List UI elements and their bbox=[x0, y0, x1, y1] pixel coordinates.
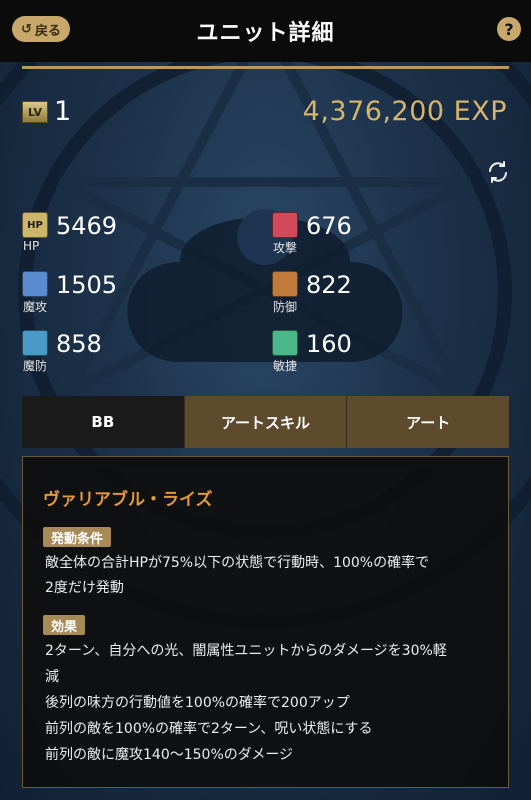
effect-line: 減 bbox=[45, 669, 59, 685]
stat-magic-defense: 858 魔防 bbox=[22, 330, 222, 388]
condition-line: 敵全体の合計HPが75%以下の状態で行動時、100%の確率で bbox=[45, 555, 430, 571]
page-title: ユニット詳細 bbox=[196, 21, 335, 46]
wing-icon bbox=[272, 330, 298, 356]
refresh-icon[interactable] bbox=[486, 160, 510, 184]
back-arrow-icon: ↺ bbox=[21, 21, 32, 37]
stat-value: 822 bbox=[306, 271, 352, 299]
effect-line: 後列の味方の行動値を100%の確率で200アップ bbox=[45, 695, 350, 711]
tab-art-skill[interactable]: アートスキル bbox=[183, 396, 347, 448]
magic-shield-icon bbox=[22, 330, 48, 356]
stat-label: 魔攻 bbox=[23, 300, 48, 314]
stat-magic-attack: 1505 魔攻 bbox=[22, 271, 222, 329]
exp-value: 4,376,200 EXP bbox=[302, 96, 507, 127]
condition-line: 2度だけ発動 bbox=[45, 580, 124, 596]
skill-name: ヴァリアブル・ライズ bbox=[43, 490, 213, 510]
back-button[interactable]: ↺ 戻る bbox=[12, 16, 70, 42]
hp-icon: HP bbox=[22, 212, 48, 238]
effect-line: 前列の敵に魔攻140〜150%のダメージ bbox=[45, 747, 294, 763]
stat-label: 防御 bbox=[273, 300, 298, 314]
stat-attack: 676 攻撃 bbox=[272, 212, 472, 270]
level-value: 1 bbox=[54, 96, 72, 127]
tab-bar: BB アートスキル アート bbox=[22, 396, 510, 448]
stat-value: 5469 bbox=[56, 212, 118, 240]
tab-art[interactable]: アート bbox=[346, 396, 510, 448]
level-badge-icon: LV bbox=[22, 101, 48, 123]
effect-line: 2ターン、自分への光、闇属性ユニットからのダメージを30%軽 bbox=[45, 643, 447, 659]
back-label: 戻る bbox=[34, 23, 61, 39]
help-button[interactable]: ? bbox=[497, 17, 521, 41]
stat-label: 魔防 bbox=[23, 359, 48, 373]
header-bar: ユニット詳細 ↺ 戻る ? bbox=[0, 0, 531, 62]
stat-agility: 160 敏捷 bbox=[272, 330, 472, 388]
stat-value: 676 bbox=[306, 212, 352, 240]
staff-icon bbox=[22, 271, 48, 297]
skill-panel: ヴァリアブル・ライズ 発動条件 敵全体の合計HPが75%以下の状態で行動時、10… bbox=[22, 456, 509, 788]
shield-icon bbox=[272, 271, 298, 297]
tab-bb[interactable]: BB bbox=[22, 396, 184, 448]
sword-icon bbox=[272, 212, 298, 238]
stat-value: 858 bbox=[56, 330, 102, 358]
effect-tag: 効果 bbox=[43, 615, 86, 635]
effect-line: 前列の敵を100%の確率で2ターン、呪い状態にする bbox=[45, 721, 373, 737]
stat-hp: HP 5469 HP bbox=[22, 212, 222, 270]
stat-label: 敏捷 bbox=[273, 359, 298, 373]
stat-defense: 822 防御 bbox=[272, 271, 472, 329]
stat-label: 攻撃 bbox=[273, 241, 298, 255]
stat-label: HP bbox=[23, 239, 40, 253]
stat-value: 1505 bbox=[56, 271, 118, 299]
stat-value: 160 bbox=[306, 330, 352, 358]
condition-tag: 発動条件 bbox=[43, 527, 112, 547]
divider bbox=[22, 66, 509, 69]
